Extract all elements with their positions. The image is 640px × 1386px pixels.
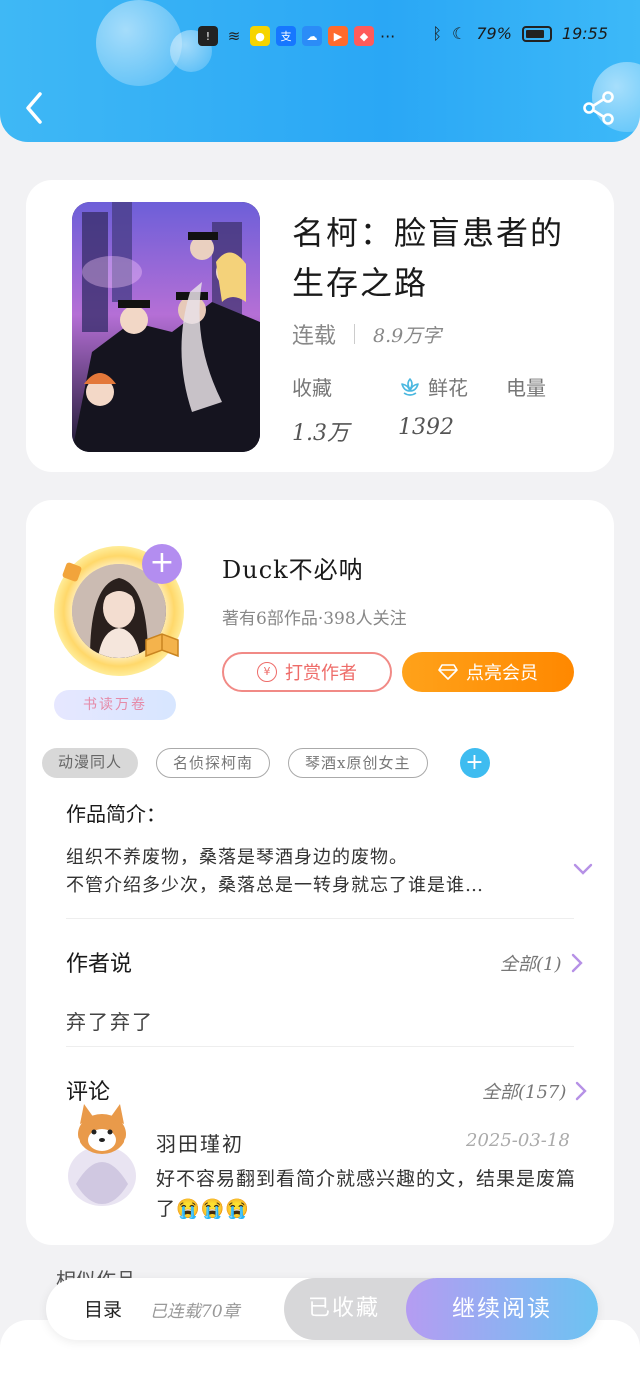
author-name[interactable]: Duck不必呐	[222, 550, 364, 585]
stat-label: 收藏	[292, 376, 332, 400]
decor-tag-icon	[61, 561, 83, 583]
top-header: ! ≋ ● 支 ☁ ▶ ◆ ··· ᛒ ☾ 79% 19:55	[0, 0, 640, 142]
divider	[66, 918, 574, 919]
alipay-icon: 支	[276, 26, 296, 46]
diamond-icon	[438, 664, 458, 680]
app-icon: ◆	[354, 26, 374, 46]
commenter-avatar[interactable]	[60, 1100, 144, 1210]
chevron-right-icon	[576, 1081, 588, 1101]
share-icon[interactable]	[582, 90, 616, 126]
chapter-count: 已连载70章	[150, 1302, 240, 1322]
divider	[66, 1046, 574, 1047]
follow-plus-button[interactable]: +	[142, 544, 182, 584]
tag-item[interactable]: 动漫同人	[42, 748, 139, 778]
author-says-all-link[interactable]: 全部(1)	[500, 950, 584, 976]
author-says-all-label: 全部(1)	[500, 954, 562, 975]
comment-text[interactable]: 好不容易翻到看简介就感兴趣的文，结果是废篇了😭😭😭	[156, 1164, 576, 1224]
book-info-card: 名柯：脸盲患者的生存之路 连载 8.9万字 收藏 1.3万 鲜花 1392 电量	[26, 180, 614, 472]
chevron-right-icon	[571, 953, 583, 973]
video-app-icon: ▶	[328, 26, 348, 46]
add-tag-button[interactable]: +	[459, 748, 490, 778]
reward-label: 打赏作者	[285, 663, 357, 684]
book-status-row: 连载 8.9万字	[292, 318, 441, 350]
status-system-icons: ᛒ ☾ 79% 19:55	[432, 24, 608, 43]
stat-label: 电量	[506, 376, 546, 400]
status-bar: ! ≋ ● 支 ☁ ▶ ◆ ··· ᛒ ☾ 79% 19:55	[0, 20, 640, 52]
bottom-action-bar: 目录 已连载70章 已收藏 继续阅读	[46, 1278, 598, 1340]
word-count: 8.9万字	[373, 324, 442, 347]
alert-icon: !	[198, 26, 218, 46]
stat-power[interactable]: 电量	[506, 372, 546, 415]
serial-status: 连载	[292, 324, 337, 349]
tag-item[interactable]: 名侦探柯南	[156, 748, 271, 778]
tag-item[interactable]: 琴酒x原创女主	[288, 748, 428, 778]
author-says-title: 作者说	[66, 952, 133, 977]
app-notification-icon: ●	[250, 26, 270, 46]
status-notification-icons: ! ≋ ● 支 ☁ ▶ ◆ ···	[198, 26, 395, 46]
tag-list: 动漫同人 名侦探柯南 琴酒x原创女主 +	[42, 748, 490, 778]
comment-username[interactable]: 羽田瑾初	[156, 1128, 244, 1157]
stat-favorites: 收藏 1.3万	[292, 372, 349, 447]
author-says-text: 弃了弃了	[66, 1010, 154, 1034]
reward-author-button[interactable]: ¥ 打赏作者	[222, 652, 392, 692]
comment-date: 2025-03-18	[466, 1130, 570, 1151]
toc-button[interactable]: 目录	[84, 1295, 122, 1322]
comments-all-link[interactable]: 全部(157)	[482, 1078, 588, 1104]
stat-label: 鲜花	[428, 376, 468, 400]
intro-text[interactable]: 组织不养废物，桑落是琴酒身边的废物。 不管介绍多少次，桑落总是一转身就忘了谁是谁…	[66, 844, 556, 900]
collected-label: 已收藏	[307, 1296, 380, 1321]
stat-flowers[interactable]: 鲜花 1392	[398, 372, 468, 440]
comments-all-label: 全部(157)	[482, 1082, 567, 1103]
wifi-icon: ≋	[227, 27, 241, 45]
reader-title-badge: 书读万卷	[54, 690, 176, 720]
yen-icon: ¥	[257, 662, 277, 682]
vip-label: 点亮会员	[466, 663, 538, 684]
intro-line: 不管介绍多少次，桑落总是一转身就忘了谁是谁…	[66, 875, 484, 896]
vip-button[interactable]: 点亮会员	[402, 652, 574, 692]
flower-icon	[401, 377, 419, 396]
bluetooth-icon: ᛒ	[432, 24, 442, 43]
cloud-icon: ☁	[302, 26, 322, 46]
stat-value: 1392	[398, 415, 454, 440]
intro-line: 组织不养废物，桑落是琴酒身边的废物。	[66, 847, 408, 868]
continue-reading-button[interactable]: 继续阅读	[406, 1278, 598, 1340]
intro-title: 作品简介：	[66, 802, 166, 826]
book-stats: 收藏 1.3万 鲜花 1392 电量	[292, 372, 592, 446]
stat-value: 1.3万	[292, 421, 349, 446]
battery-icon	[521, 25, 552, 42]
more-notifications-icon: ···	[380, 26, 396, 46]
battery-percent: 79%	[476, 24, 512, 43]
divider	[354, 324, 356, 344]
detail-card: + 书读万卷 Duck不必呐 著有6部作品·398人关注 ¥ 打赏作者 点亮会员…	[26, 500, 614, 1245]
clock: 19:55	[561, 24, 608, 43]
cover-illustration	[72, 202, 260, 452]
chevron-down-icon[interactable]	[572, 858, 594, 880]
author-meta: 著有6部作品·398人关注	[222, 609, 407, 629]
book-decor-icon	[145, 633, 179, 658]
book-title: 名柯：脸盲患者的生存之路	[292, 214, 565, 302]
moon-icon: ☾	[451, 24, 467, 43]
back-arrow-icon[interactable]	[20, 90, 50, 126]
book-cover[interactable]	[72, 202, 260, 452]
